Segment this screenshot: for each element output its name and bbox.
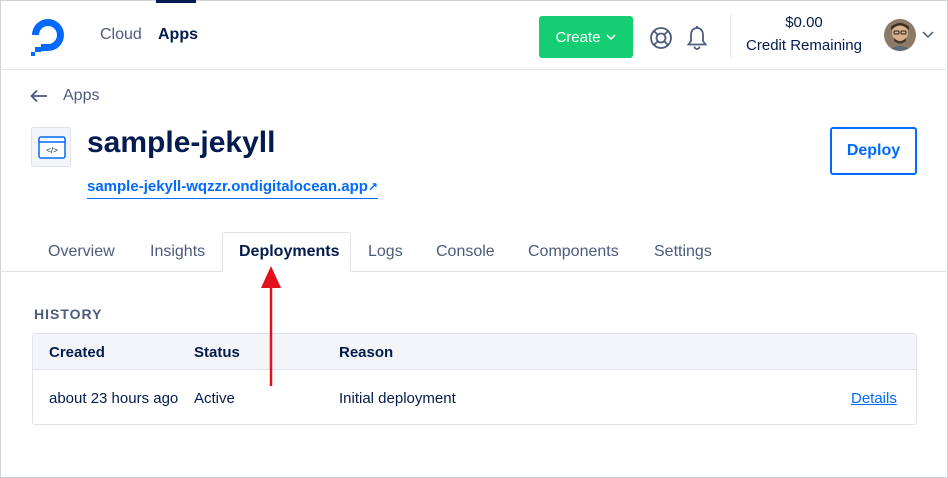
avatar[interactable]: [884, 19, 916, 51]
tabs-divider: [0, 271, 948, 272]
breadcrumb-apps-link[interactable]: Apps: [63, 87, 99, 105]
chevron-down-icon[interactable]: [922, 30, 934, 40]
nav-apps-link[interactable]: Apps: [158, 26, 198, 44]
details-link[interactable]: Details: [851, 390, 897, 407]
chevron-down-icon: [605, 34, 616, 41]
deploy-button[interactable]: Deploy: [830, 127, 917, 175]
active-nav-indicator: [156, 0, 196, 3]
digitalocean-logo[interactable]: [28, 16, 70, 56]
tab-components[interactable]: Components: [528, 243, 619, 261]
page-title: sample-jekyll: [87, 126, 276, 159]
create-button-label: Create: [555, 28, 601, 46]
cell-reason: Initial deployment: [339, 390, 456, 407]
app-icon: </>: [31, 127, 71, 167]
nav-cloud-link[interactable]: Cloud: [100, 26, 142, 44]
tab-deployments[interactable]: Deployments: [239, 243, 339, 261]
table-header: Created Status Reason: [33, 334, 916, 370]
bell-icon[interactable]: [685, 25, 709, 51]
nav-divider: [730, 14, 731, 58]
cell-status: Active: [194, 390, 235, 407]
column-header-status: Status: [194, 344, 240, 361]
tab-logs[interactable]: Logs: [368, 243, 403, 261]
credit-amount: $0.00: [785, 14, 823, 31]
external-link-icon: ↗: [367, 180, 378, 194]
annotation-arrow: [261, 266, 281, 386]
tab-console[interactable]: Console: [436, 243, 495, 261]
help-lifebuoy-icon[interactable]: [649, 26, 673, 50]
code-window-icon: </>: [38, 136, 66, 159]
back-arrow-icon[interactable]: [30, 89, 48, 103]
tab-settings[interactable]: Settings: [654, 243, 712, 261]
svg-text:</>: </>: [46, 146, 58, 155]
credit-remaining-label: Credit Remaining: [746, 37, 862, 54]
tab-overview[interactable]: Overview: [48, 243, 115, 261]
column-header-reason: Reason: [339, 344, 394, 361]
tab-insights[interactable]: Insights: [150, 243, 205, 261]
deployments-table: Created Status Reason about 23 hours ago…: [32, 333, 917, 425]
cell-created: about 23 hours ago: [49, 390, 179, 407]
app-live-url-link[interactable]: sample-jekyll-wqzzr.ondigitalocean.app↗: [87, 178, 378, 199]
top-navbar: Cloud Apps Create $0.00 Credit Remaining: [0, 0, 948, 70]
app-url-text: sample-jekyll-wqzzr.ondigitalocean.app: [87, 178, 368, 195]
create-button[interactable]: Create: [539, 16, 633, 58]
column-header-created: Created: [49, 344, 105, 361]
history-heading: HISTORY: [34, 306, 103, 322]
